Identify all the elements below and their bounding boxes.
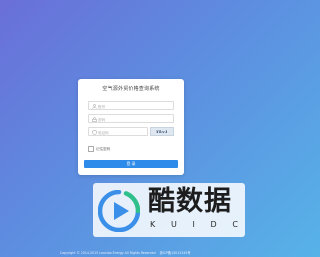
remember-label: 记住密码 xyxy=(96,146,111,151)
shield-icon xyxy=(91,130,97,136)
login-card: 空气源外贸价格查询系统 账号 密码 验证码 Ykv1 记住密码 登 录 xyxy=(78,79,184,175)
footer-icp[interactable]: 浙ICP备15012345号 xyxy=(160,251,191,255)
watermark-name: 酷数据 xyxy=(148,186,232,217)
remember-checkbox[interactable] xyxy=(88,146,94,152)
login-button[interactable]: 登 录 xyxy=(84,160,178,168)
watermark: 酷数据 K U I D C xyxy=(93,183,245,237)
watermark-letter: K xyxy=(150,220,156,229)
watermark-letter: I xyxy=(192,220,195,229)
lock-icon xyxy=(91,117,97,123)
watermark-letter: D xyxy=(210,220,217,229)
watermark-subtitle: K U I D C xyxy=(150,220,238,229)
captcha-placeholder: 验证码 xyxy=(98,130,109,135)
username-placeholder: 账号 xyxy=(98,104,106,109)
remember-password[interactable]: 记住密码 xyxy=(88,146,110,152)
login-title: 空气源外贸价格查询系统 xyxy=(102,86,160,92)
user-icon xyxy=(91,104,97,110)
password-field[interactable]: 密码 xyxy=(88,114,174,123)
watermark-letter: U xyxy=(170,220,177,229)
captcha-field[interactable]: 验证码 xyxy=(88,127,148,136)
footer: Copyright © 2014-2015 Lanxiao Energy All… xyxy=(60,250,191,255)
watermark-letter: C xyxy=(232,220,238,229)
captcha-image[interactable]: Ykv1 xyxy=(150,127,174,136)
footer-copyright: Copyright © 2014-2015 Lanxiao Energy All… xyxy=(60,251,156,255)
password-placeholder: 密码 xyxy=(98,117,106,122)
play-logo-icon xyxy=(97,189,141,236)
username-field[interactable]: 账号 xyxy=(88,101,174,110)
